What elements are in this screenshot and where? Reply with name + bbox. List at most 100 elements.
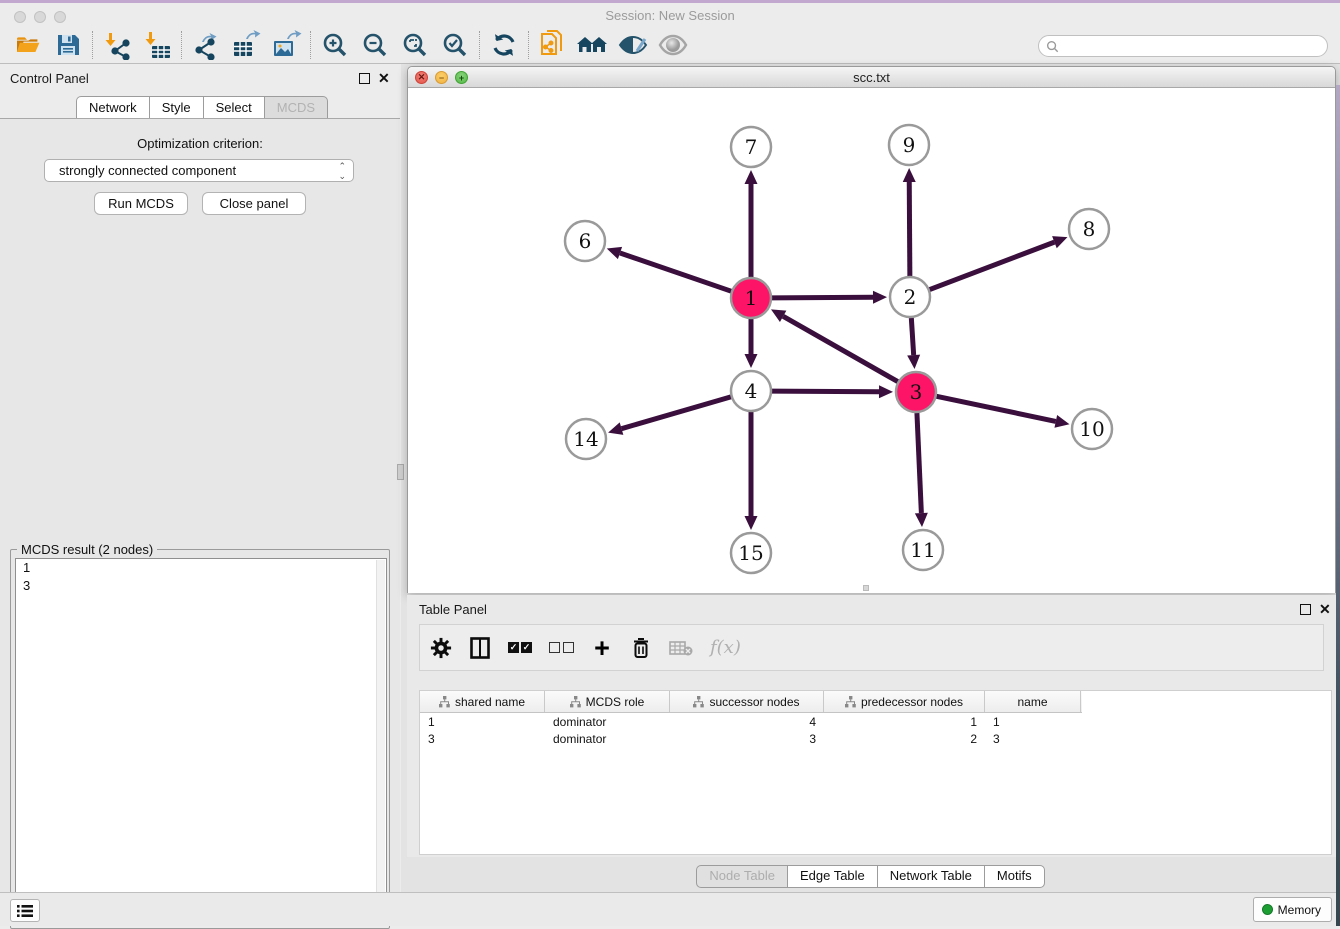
- graph-edge[interactable]: [772, 297, 873, 298]
- task-history-button[interactable]: [10, 899, 40, 922]
- tab-node-table[interactable]: Node Table: [696, 865, 787, 888]
- close-panel-button[interactable]: Close panel: [202, 192, 306, 215]
- overview-eye-icon: [658, 32, 688, 58]
- memory-button[interactable]: Memory: [1253, 897, 1332, 922]
- tab-edge-table[interactable]: Edge Table: [787, 865, 877, 888]
- table-float-icon[interactable]: [1300, 604, 1311, 615]
- create-column-button[interactable]: +: [591, 634, 613, 662]
- criterion-select[interactable]: strongly connected component ⌃⌄: [44, 159, 354, 182]
- graph-edge[interactable]: [909, 182, 910, 276]
- export-image-button[interactable]: [266, 29, 306, 61]
- float-panel-icon[interactable]: [359, 73, 370, 84]
- control-panel-title: Control Panel: [10, 71, 89, 86]
- result-item[interactable]: 3: [16, 577, 386, 595]
- graph-edge[interactable]: [917, 413, 921, 513]
- tab-network-table[interactable]: Network Table: [877, 865, 984, 888]
- table-settings-button[interactable]: [430, 634, 452, 662]
- graph-edge[interactable]: [930, 242, 1055, 289]
- graph-edge[interactable]: [911, 318, 913, 355]
- maximize-view-button[interactable]: +: [455, 71, 468, 84]
- graph-edge[interactable]: [620, 253, 731, 291]
- mcds-panel: Optimization criterion: strongly connect…: [0, 118, 400, 892]
- graph-edge[interactable]: [772, 391, 879, 392]
- cell-predecessor-nodes[interactable]: 1: [824, 715, 985, 729]
- minimize-view-button[interactable]: −: [435, 71, 448, 84]
- tab-style[interactable]: Style: [149, 96, 203, 120]
- graph-edge-arrow: [915, 513, 928, 527]
- column-header-name[interactable]: name: [985, 691, 1081, 712]
- network-graph[interactable]: 7968124314101511: [408, 88, 1335, 593]
- result-scrollbar[interactable]: [376, 560, 385, 926]
- graph-edge-arrow: [1052, 236, 1067, 248]
- import-table-button[interactable]: [137, 29, 177, 61]
- table-row[interactable]: 1 dominator 4 1 1: [420, 713, 1082, 730]
- close-window-button[interactable]: [14, 11, 26, 23]
- tab-mcds[interactable]: MCDS: [264, 96, 328, 120]
- graph-node-label: 9: [903, 133, 916, 157]
- birds-eye-view-button[interactable]: [653, 29, 693, 61]
- graph-edge[interactable]: [622, 397, 731, 429]
- graph-edge-arrow: [1054, 415, 1069, 428]
- mcds-result-list[interactable]: 1 3: [15, 558, 387, 926]
- network-window-titlebar[interactable]: ✕ − + scc.txt: [408, 67, 1335, 88]
- graph-edge[interactable]: [937, 396, 1056, 421]
- unselect-all-columns-button[interactable]: [549, 634, 574, 662]
- node-table[interactable]: shared name MCDS role successor nodes pr…: [419, 690, 1332, 855]
- tab-network[interactable]: Network: [76, 96, 149, 120]
- show-columns-button[interactable]: [469, 634, 491, 662]
- save-session-button[interactable]: [48, 29, 88, 61]
- splitter-handle[interactable]: [397, 464, 404, 480]
- zoom-out-button[interactable]: [355, 29, 395, 61]
- new-network-from-file-button[interactable]: [533, 29, 573, 61]
- table-close-icon[interactable]: ✕: [1319, 601, 1331, 617]
- zoom-out-icon: [360, 30, 390, 60]
- delete-table-icon: [669, 639, 693, 657]
- import-network-button[interactable]: [97, 29, 137, 61]
- hide-graphics-details-button[interactable]: [613, 29, 653, 61]
- export-table-button[interactable]: [226, 29, 266, 61]
- cell-successor-nodes[interactable]: 3: [670, 732, 824, 746]
- column-header-predecessor-nodes[interactable]: predecessor nodes: [824, 691, 985, 712]
- delete-columns-button[interactable]: [630, 634, 652, 662]
- cell-successor-nodes[interactable]: 4: [670, 715, 824, 729]
- graph-edge[interactable]: [783, 316, 898, 381]
- column-header-shared-name[interactable]: shared name: [420, 691, 545, 712]
- column-header-mcds-role[interactable]: MCDS role: [545, 691, 670, 712]
- open-session-button[interactable]: [8, 29, 48, 61]
- zoom-fit-button[interactable]: [395, 29, 435, 61]
- export-network-button[interactable]: [186, 29, 226, 61]
- select-all-columns-button[interactable]: ✓✓: [508, 634, 532, 662]
- cell-name[interactable]: 1: [985, 715, 1081, 729]
- column-header-successor-nodes[interactable]: successor nodes: [670, 691, 824, 712]
- view-resize-grip[interactable]: [863, 585, 869, 591]
- zoom-selected-button[interactable]: [435, 29, 475, 61]
- graph-node-label: 2: [904, 285, 917, 309]
- search-input[interactable]: [1063, 39, 1327, 53]
- cell-predecessor-nodes[interactable]: 2: [824, 732, 985, 746]
- network-canvas-container[interactable]: 7968124314101511: [408, 88, 1335, 593]
- table-panel-title: Table Panel: [419, 602, 487, 617]
- result-item[interactable]: 1: [16, 559, 386, 577]
- table-row[interactable]: 3 dominator 3 2 3: [420, 730, 1082, 747]
- cell-mcds-role[interactable]: dominator: [545, 715, 670, 729]
- cell-name[interactable]: 3: [985, 732, 1081, 746]
- close-view-button[interactable]: ✕: [415, 71, 428, 84]
- home-button[interactable]: [573, 29, 613, 61]
- cell-shared-name[interactable]: 1: [420, 715, 545, 729]
- zoom-window-button[interactable]: [54, 11, 66, 23]
- run-mcds-button[interactable]: Run MCDS: [94, 192, 188, 215]
- zoom-in-button[interactable]: [315, 29, 355, 61]
- graph-node-label: 14: [573, 427, 598, 451]
- toolbar-search[interactable]: [1038, 35, 1328, 57]
- two-houses-icon: [576, 31, 610, 59]
- tab-motifs[interactable]: Motifs: [984, 865, 1045, 888]
- close-panel-icon[interactable]: ✕: [378, 70, 390, 86]
- import-table-icon: [142, 30, 172, 60]
- refresh-button[interactable]: [484, 29, 524, 61]
- graph-node-label: 4: [745, 379, 758, 403]
- cell-shared-name[interactable]: 3: [420, 732, 545, 746]
- toolbar-separator: [181, 31, 182, 59]
- cell-mcds-role[interactable]: dominator: [545, 732, 670, 746]
- minimize-window-button[interactable]: [34, 11, 46, 23]
- tab-select[interactable]: Select: [203, 96, 264, 120]
